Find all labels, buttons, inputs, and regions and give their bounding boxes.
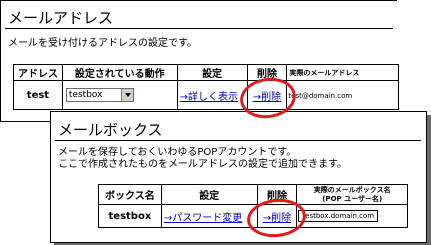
table-row: test testbox →詳しく表示 →削除 test@domain.com bbox=[13, 80, 399, 110]
header-real-address: 実際のメールアドレス bbox=[286, 64, 399, 81]
screenshot-stage: メールアドレス メールを受け付けるアドレスの設定です。 アドレス 設定されている… bbox=[0, 0, 431, 245]
cell-mailbox-name: testbox bbox=[98, 204, 162, 228]
mail-address-panel: メールアドレス メールを受け付けるアドレスの設定です。 アドレス 設定されている… bbox=[0, 0, 399, 122]
mail-address-description: メールを受け付けるアドレスの設定です。 bbox=[8, 38, 197, 49]
header-delete: 削除 bbox=[246, 64, 288, 81]
header-delete: 削除 bbox=[256, 183, 298, 206]
delete-address-link[interactable]: →削除 bbox=[253, 92, 281, 103]
table-header-row: アドレス 設定されている動作 設定 削除 実際のメールアドレス bbox=[13, 64, 399, 81]
mailbox-description-line-2: ここで作成されたものをメールアドレスの設定で追加できます。 bbox=[58, 159, 347, 170]
cell-delete: →削除 bbox=[256, 204, 298, 228]
header-settings: 設定 bbox=[160, 183, 258, 206]
cell-delete: →削除 bbox=[246, 80, 288, 110]
cell-settings: →詳しく表示 bbox=[176, 80, 248, 110]
header-action: 設定されている動作 bbox=[61, 64, 178, 81]
cell-real-mailbox-name: testbox.domain.com bbox=[296, 204, 408, 228]
cell-settings: →パスワード変更 bbox=[160, 204, 258, 228]
show-details-link[interactable]: →詳しく表示 bbox=[180, 92, 238, 103]
cell-action: testbox bbox=[61, 80, 178, 110]
mailbox-panel: メールボックス メールを保存しておくいわゆるPOPアカウントです。 ここで作成さ… bbox=[50, 111, 427, 243]
cell-real-address: test@domain.com bbox=[286, 80, 399, 110]
action-select[interactable]: testbox bbox=[65, 88, 134, 102]
table-row: testbox →パスワード変更 →削除 testbox.domain.com bbox=[98, 204, 408, 228]
chevron-down-icon[interactable] bbox=[120, 89, 133, 101]
title-divider bbox=[5, 28, 393, 29]
header-mailbox-name: ボックス名 bbox=[98, 183, 162, 206]
table-header-row: ボックス名 設定 削除 実際のメールボックス名 (POP ユーザー名) bbox=[98, 183, 408, 206]
header-settings: 設定 bbox=[176, 64, 248, 81]
delete-mailbox-link[interactable]: →削除 bbox=[263, 213, 291, 224]
title-divider bbox=[55, 140, 421, 141]
mailbox-table: ボックス名 設定 削除 実際のメールボックス名 (POP ユーザー名) test… bbox=[98, 183, 408, 228]
action-select-value: testbox bbox=[68, 90, 103, 100]
mailbox-title: メールボックス bbox=[58, 121, 163, 139]
header-address: アドレス bbox=[13, 64, 63, 81]
mail-address-table: アドレス 設定されている動作 設定 削除 実際のメールアドレス test tes… bbox=[13, 64, 399, 110]
change-password-link[interactable]: →パスワード変更 bbox=[164, 213, 242, 224]
mail-address-title: メールアドレス bbox=[8, 9, 114, 27]
real-mailbox-name-box: testbox.domain.com bbox=[298, 210, 379, 223]
header-real-mailbox-name: 実際のメールボックス名 (POP ユーザー名) bbox=[296, 183, 408, 206]
cell-address: test bbox=[13, 80, 63, 110]
